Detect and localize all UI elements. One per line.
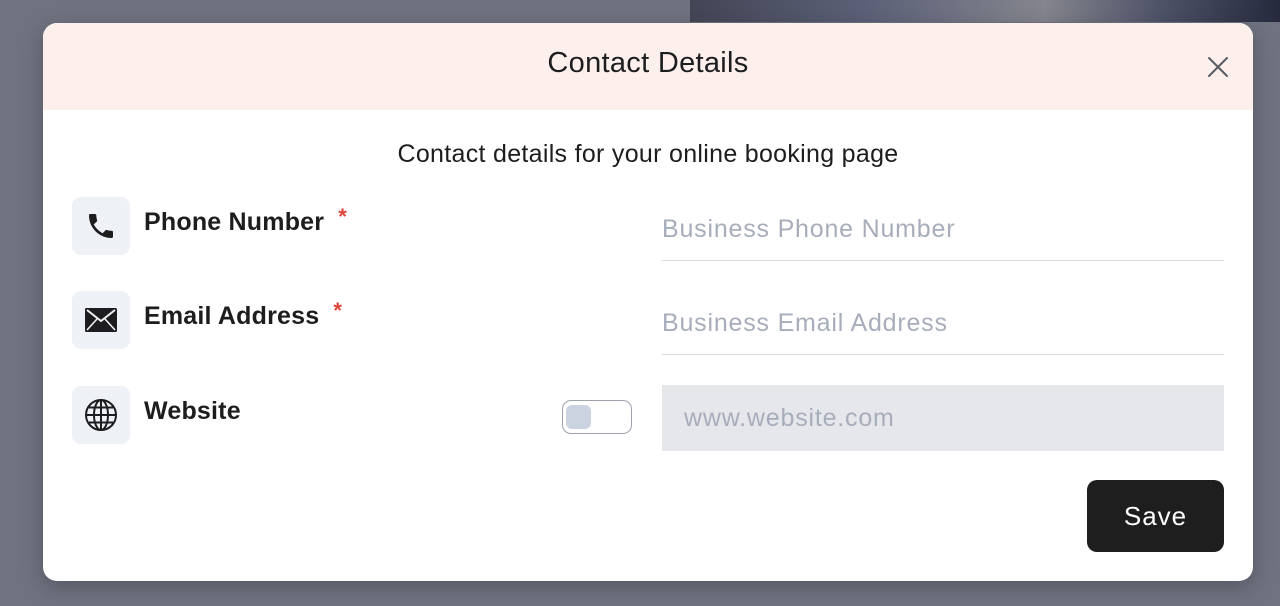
dialog-title: Contact Details bbox=[547, 47, 749, 79]
phone-number-label: Phone Number * bbox=[144, 204, 347, 237]
required-indicator: * bbox=[333, 298, 343, 323]
phone-number-input[interactable] bbox=[662, 199, 1224, 261]
website-input[interactable] bbox=[662, 385, 1224, 451]
email-address-input[interactable] bbox=[662, 293, 1224, 355]
phone-number-label-text: Phone Number bbox=[144, 208, 325, 236]
save-button[interactable]: Save bbox=[1087, 480, 1224, 552]
contact-details-dialog: Contact Details Contact details for your… bbox=[43, 23, 1253, 581]
background-content bbox=[690, 0, 1280, 22]
email-icon-box bbox=[72, 291, 130, 349]
email-address-label: Email Address * bbox=[144, 298, 342, 331]
email-address-label-text: Email Address bbox=[144, 302, 320, 330]
toggle-knob bbox=[566, 405, 591, 429]
envelope-icon bbox=[85, 308, 117, 332]
globe-icon bbox=[85, 399, 117, 431]
close-button[interactable] bbox=[1207, 56, 1229, 78]
dialog-subtitle: Contact details for your online booking … bbox=[397, 140, 899, 168]
phone-icon-box bbox=[72, 197, 130, 255]
website-icon-box bbox=[72, 386, 130, 444]
required-indicator: * bbox=[338, 204, 347, 229]
dialog-header: Contact Details bbox=[43, 23, 1253, 110]
close-icon bbox=[1208, 57, 1228, 77]
phone-icon bbox=[89, 214, 113, 238]
website-label: Website bbox=[144, 397, 241, 425]
website-toggle[interactable] bbox=[562, 400, 632, 434]
